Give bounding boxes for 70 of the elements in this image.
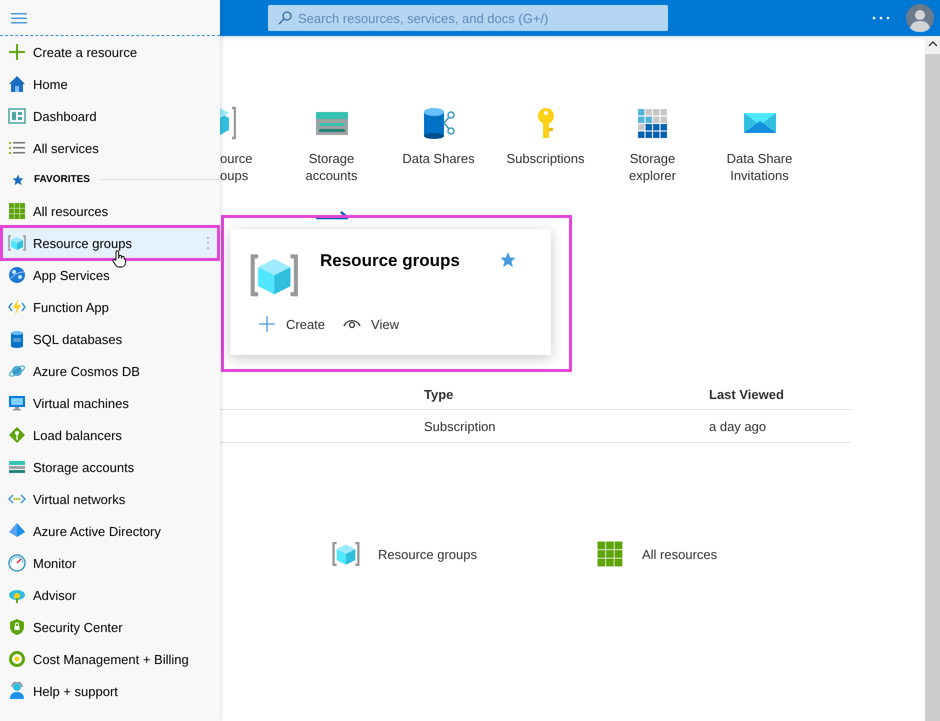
sidebar-item[interactable]: Storage accounts	[0, 451, 220, 483]
list-icon	[8, 139, 26, 157]
star-icon	[12, 174, 24, 186]
service-tile[interactable]: Storage accounts	[278, 106, 385, 184]
sidebar-item[interactable]: All resources	[0, 195, 220, 227]
coin-icon	[8, 650, 26, 668]
card-action-button[interactable]: Create	[258, 315, 326, 333]
service-tile[interactable]: Data Shares	[385, 106, 492, 167]
navigation-link[interactable]: Resource groups	[378, 546, 477, 562]
sidebar-item[interactable]: Monitor	[0, 547, 220, 579]
star-icon[interactable]	[501, 253, 515, 267]
sidebar-item[interactable]: Azure Cosmos DB	[0, 355, 220, 387]
sidebar-item[interactable]: Help + support	[0, 675, 220, 707]
search-field[interactable]: Search resources, services, and docs (G+/)	[268, 5, 668, 31]
sidebar-item[interactable]: All services	[0, 132, 220, 164]
diamond-icon	[8, 426, 26, 444]
table-cell-text: Subscription	[424, 418, 497, 434]
table-cell: a day ago	[709, 418, 766, 434]
service-tile[interactable]: Subscriptions	[492, 106, 599, 167]
cube-icon	[220, 106, 236, 140]
sidebar-item[interactable]: Security Center	[0, 611, 220, 643]
grid-icon	[636, 106, 670, 140]
house-icon	[8, 75, 26, 93]
database-icon	[422, 106, 456, 140]
navigation-link[interactable]: All resources	[642, 546, 718, 562]
cube-icon	[8, 234, 26, 252]
avatar-icon[interactable]	[906, 4, 934, 32]
service-tile[interactable]: ource oups	[220, 106, 278, 184]
scrollbar[interactable]	[925, 36, 940, 721]
more-vertical-icon[interactable]	[206, 236, 210, 250]
shield-icon	[8, 618, 26, 636]
pyramid-icon	[8, 522, 26, 540]
column-header[interactable]: Last Viewed	[709, 386, 784, 402]
sidebar-item[interactable]: Resource groups	[0, 227, 220, 259]
sidebar-item[interactable]: Load balancers	[0, 419, 220, 451]
more-icon[interactable]	[872, 16, 890, 20]
sidebar-item[interactable]: Create a resource	[0, 36, 220, 68]
sidebar-item[interactable]: App Services	[0, 259, 220, 291]
section-heading: FAVORITES	[34, 174, 90, 185]
sidebar-item[interactable]: Virtual machines	[0, 387, 220, 419]
card-title: Resource groups	[320, 251, 461, 271]
menu-icon[interactable]	[11, 12, 27, 24]
storage-icon	[8, 458, 26, 476]
sidebar-item[interactable]: Home	[0, 68, 220, 100]
globe-icon	[8, 266, 26, 284]
column-header[interactable]: Type	[424, 386, 709, 402]
plus-icon	[8, 43, 26, 61]
sidebar-item[interactable]: Cost Management + Billing	[0, 643, 220, 675]
sidebar-item[interactable]: Virtual networks	[0, 483, 220, 515]
search-icon	[278, 11, 292, 25]
lightning-icon	[8, 298, 26, 316]
sidebar-item[interactable]: Advisor	[0, 579, 220, 611]
grid-icon[interactable]	[596, 540, 624, 568]
service-tile[interactable]: Data Share Invitations	[706, 106, 813, 184]
monitor-icon	[8, 394, 26, 412]
sidebar-item[interactable]: Dashboard	[0, 100, 220, 132]
card-action-button[interactable]: View	[343, 315, 399, 333]
plus-icon[interactable]	[258, 315, 276, 333]
person-icon	[8, 682, 26, 700]
sidebar-item[interactable]: Azure Active Directory	[0, 515, 220, 547]
cube-icon[interactable]	[332, 540, 360, 568]
grid-icon	[8, 202, 26, 220]
sidebar-item[interactable]: Function App	[0, 291, 220, 323]
dashboard-icon	[8, 107, 26, 125]
sidebar-item[interactable]: SQL databases	[0, 323, 220, 355]
database-icon	[8, 330, 26, 348]
hand-cursor-icon	[112, 250, 126, 268]
service-tile[interactable]: Storage explorer	[599, 106, 706, 184]
scroll-up-icon[interactable]	[928, 41, 938, 47]
gauge-icon	[8, 554, 26, 572]
